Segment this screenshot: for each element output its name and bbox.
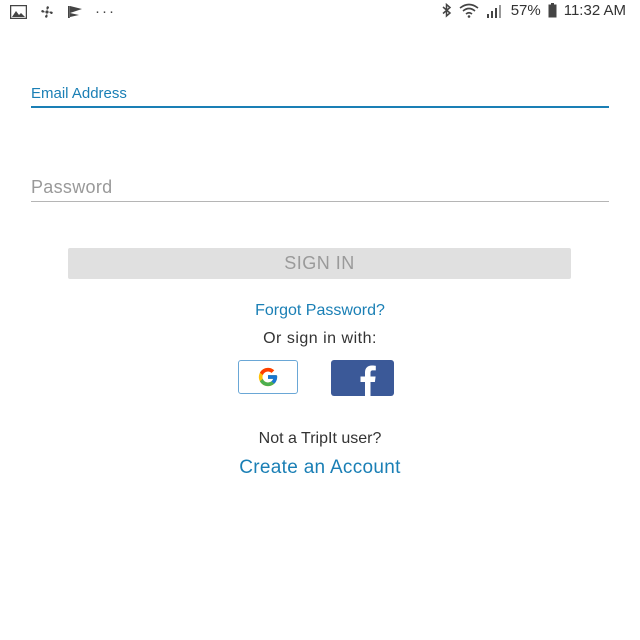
create-account-link[interactable]: Create an Account bbox=[0, 457, 640, 479]
sign-in-button[interactable]: SIGN IN bbox=[68, 248, 571, 279]
forgot-password-link[interactable]: Forgot Password? bbox=[0, 302, 640, 320]
pinwheel-icon bbox=[39, 4, 55, 20]
email-underline bbox=[31, 106, 609, 108]
status-right: 57% 11:32 AM bbox=[442, 2, 626, 19]
facebook-icon bbox=[331, 360, 394, 396]
battery-icon bbox=[548, 3, 557, 18]
google-icon bbox=[257, 366, 279, 388]
image-icon bbox=[9, 4, 28, 19]
google-sign-in-button[interactable] bbox=[238, 360, 298, 394]
not-user-text: Not a TripIt user? bbox=[258, 430, 382, 447]
sign-in-screen: ··· 57% 11:32 AM Email Address Password … bbox=[0, 0, 640, 640]
flag-icon bbox=[67, 5, 83, 19]
battery-percent: 57% bbox=[510, 2, 541, 19]
password-placeholder: Password bbox=[31, 177, 113, 197]
password-field[interactable]: Password bbox=[31, 174, 609, 202]
email-label: Email Address bbox=[31, 85, 127, 102]
email-field[interactable]: Email Address bbox=[31, 84, 609, 108]
or-sign-in-with-text: Or sign in with: bbox=[263, 330, 377, 347]
status-bar: ··· 57% 11:32 AM bbox=[0, 0, 640, 24]
password-underline bbox=[31, 201, 609, 202]
signal-icon bbox=[486, 4, 504, 18]
bluetooth-icon bbox=[442, 2, 452, 18]
facebook-sign-in-button[interactable] bbox=[331, 360, 394, 396]
status-left: ··· bbox=[9, 3, 116, 20]
clock: 11:32 AM bbox=[563, 2, 626, 19]
wifi-icon bbox=[459, 3, 479, 18]
more-notifications-icon: ··· bbox=[95, 3, 116, 20]
